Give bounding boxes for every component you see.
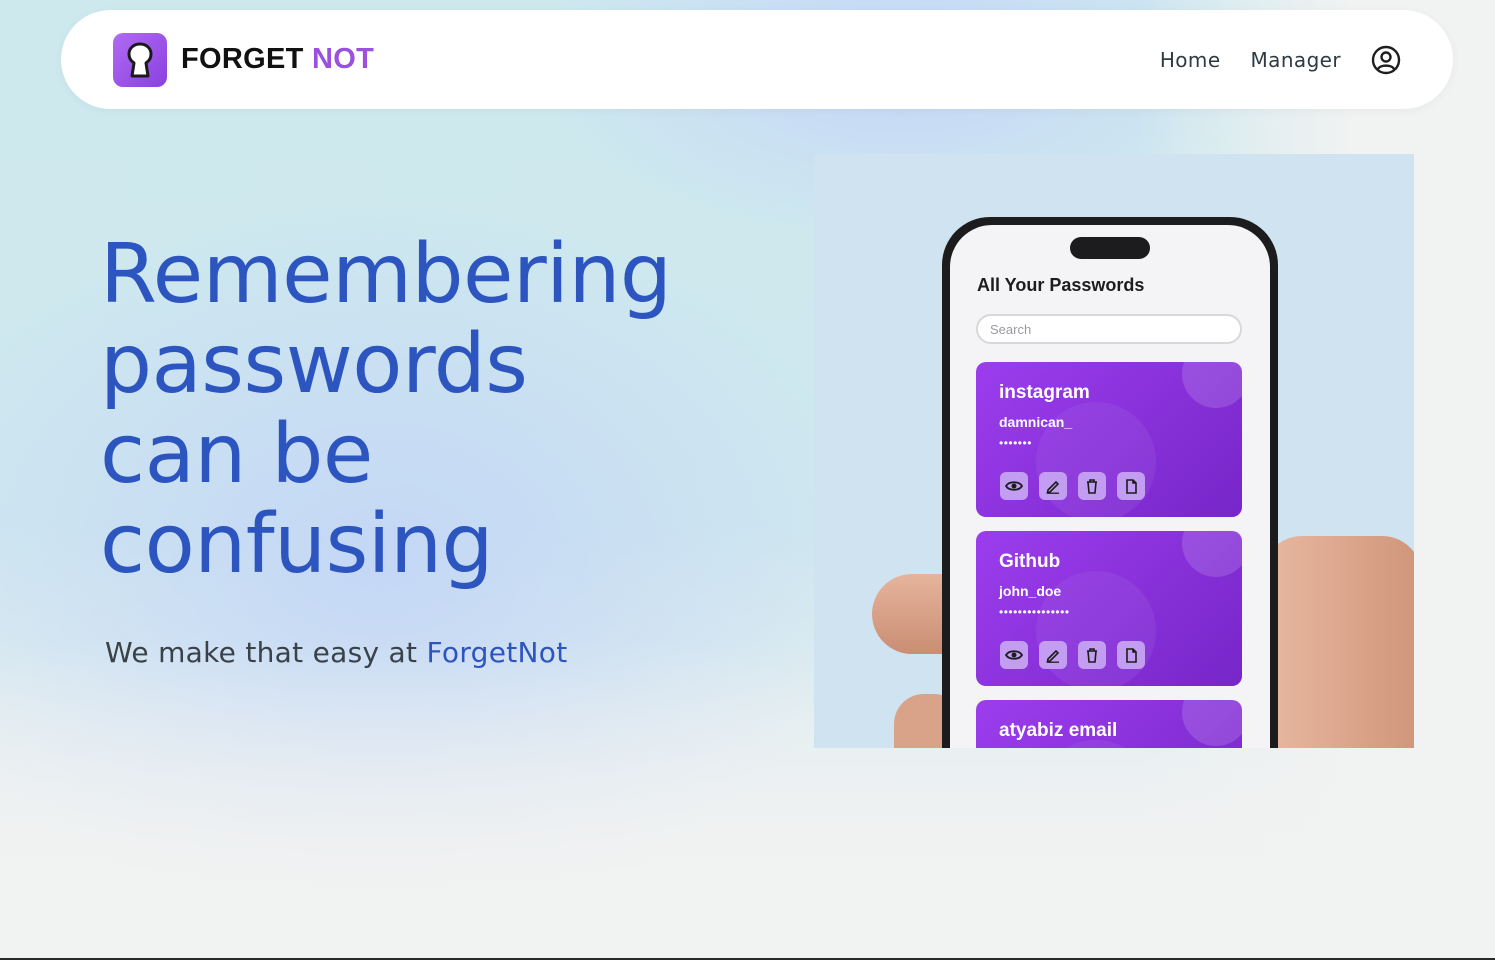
phone-notch (1070, 237, 1150, 259)
hero-subtitle-accent: ForgetNot (426, 636, 568, 669)
keyhole-icon (113, 32, 167, 87)
screen-search-input: Search (976, 314, 1242, 344)
hero-phone-image: All Your Passwords Search instagram damn… (814, 154, 1414, 748)
hero-title: Remembering passwords can be confusing (100, 230, 740, 590)
hero-title-line: confusing (100, 497, 494, 592)
hero-title-line: passwords (100, 317, 528, 412)
user-circle-icon[interactable] (1371, 45, 1401, 75)
navbar: FORGET NOT Home Manager (61, 10, 1453, 109)
card-username: john_doe (999, 583, 1062, 599)
trash-icon (1078, 472, 1106, 500)
hero-subtitle-prefix: We make that easy at (105, 636, 418, 669)
trash-icon (1078, 641, 1106, 669)
eye-icon (1000, 641, 1028, 669)
hero-title-line: Remembering (100, 227, 672, 322)
phone-frame: All Your Passwords Search instagram damn… (942, 217, 1278, 748)
hero-subtitle: We make that easy at ForgetNot (105, 636, 568, 669)
nav-link-manager[interactable]: Manager (1251, 48, 1341, 72)
hand-right (1262, 536, 1414, 748)
pencil-icon (1039, 472, 1067, 500)
password-card: Github john_doe ••••••••••••••• (976, 531, 1242, 686)
card-name: instagram (999, 382, 1090, 403)
card-name: atyabiz email (999, 720, 1118, 741)
copy-icon (1117, 472, 1145, 500)
brand-name-part1: FORGET (181, 43, 304, 75)
copy-icon (1117, 641, 1145, 669)
pencil-icon (1039, 641, 1067, 669)
eye-icon (1000, 472, 1028, 500)
nav-links: Home Manager (1160, 45, 1401, 75)
card-password: ••••••• (999, 436, 1032, 450)
phone-screen: All Your Passwords Search instagram damn… (950, 225, 1270, 748)
brand[interactable]: FORGET NOT (113, 32, 374, 87)
nav-link-home[interactable]: Home (1160, 48, 1221, 72)
password-card: atyabiz email (976, 700, 1242, 748)
screen-title: All Your Passwords (977, 275, 1145, 295)
password-card: instagram damnican_ ••••••• (976, 362, 1242, 517)
card-name: Github (999, 551, 1061, 572)
hero-title-line: can be (100, 407, 373, 502)
brand-name: FORGET NOT (181, 43, 374, 76)
card-password: ••••••••••••••• (999, 605, 1070, 619)
card-actions (1000, 641, 1145, 669)
card-actions (1000, 472, 1145, 500)
brand-name-part2: NOT (312, 43, 375, 75)
card-username: damnican_ (999, 414, 1073, 430)
